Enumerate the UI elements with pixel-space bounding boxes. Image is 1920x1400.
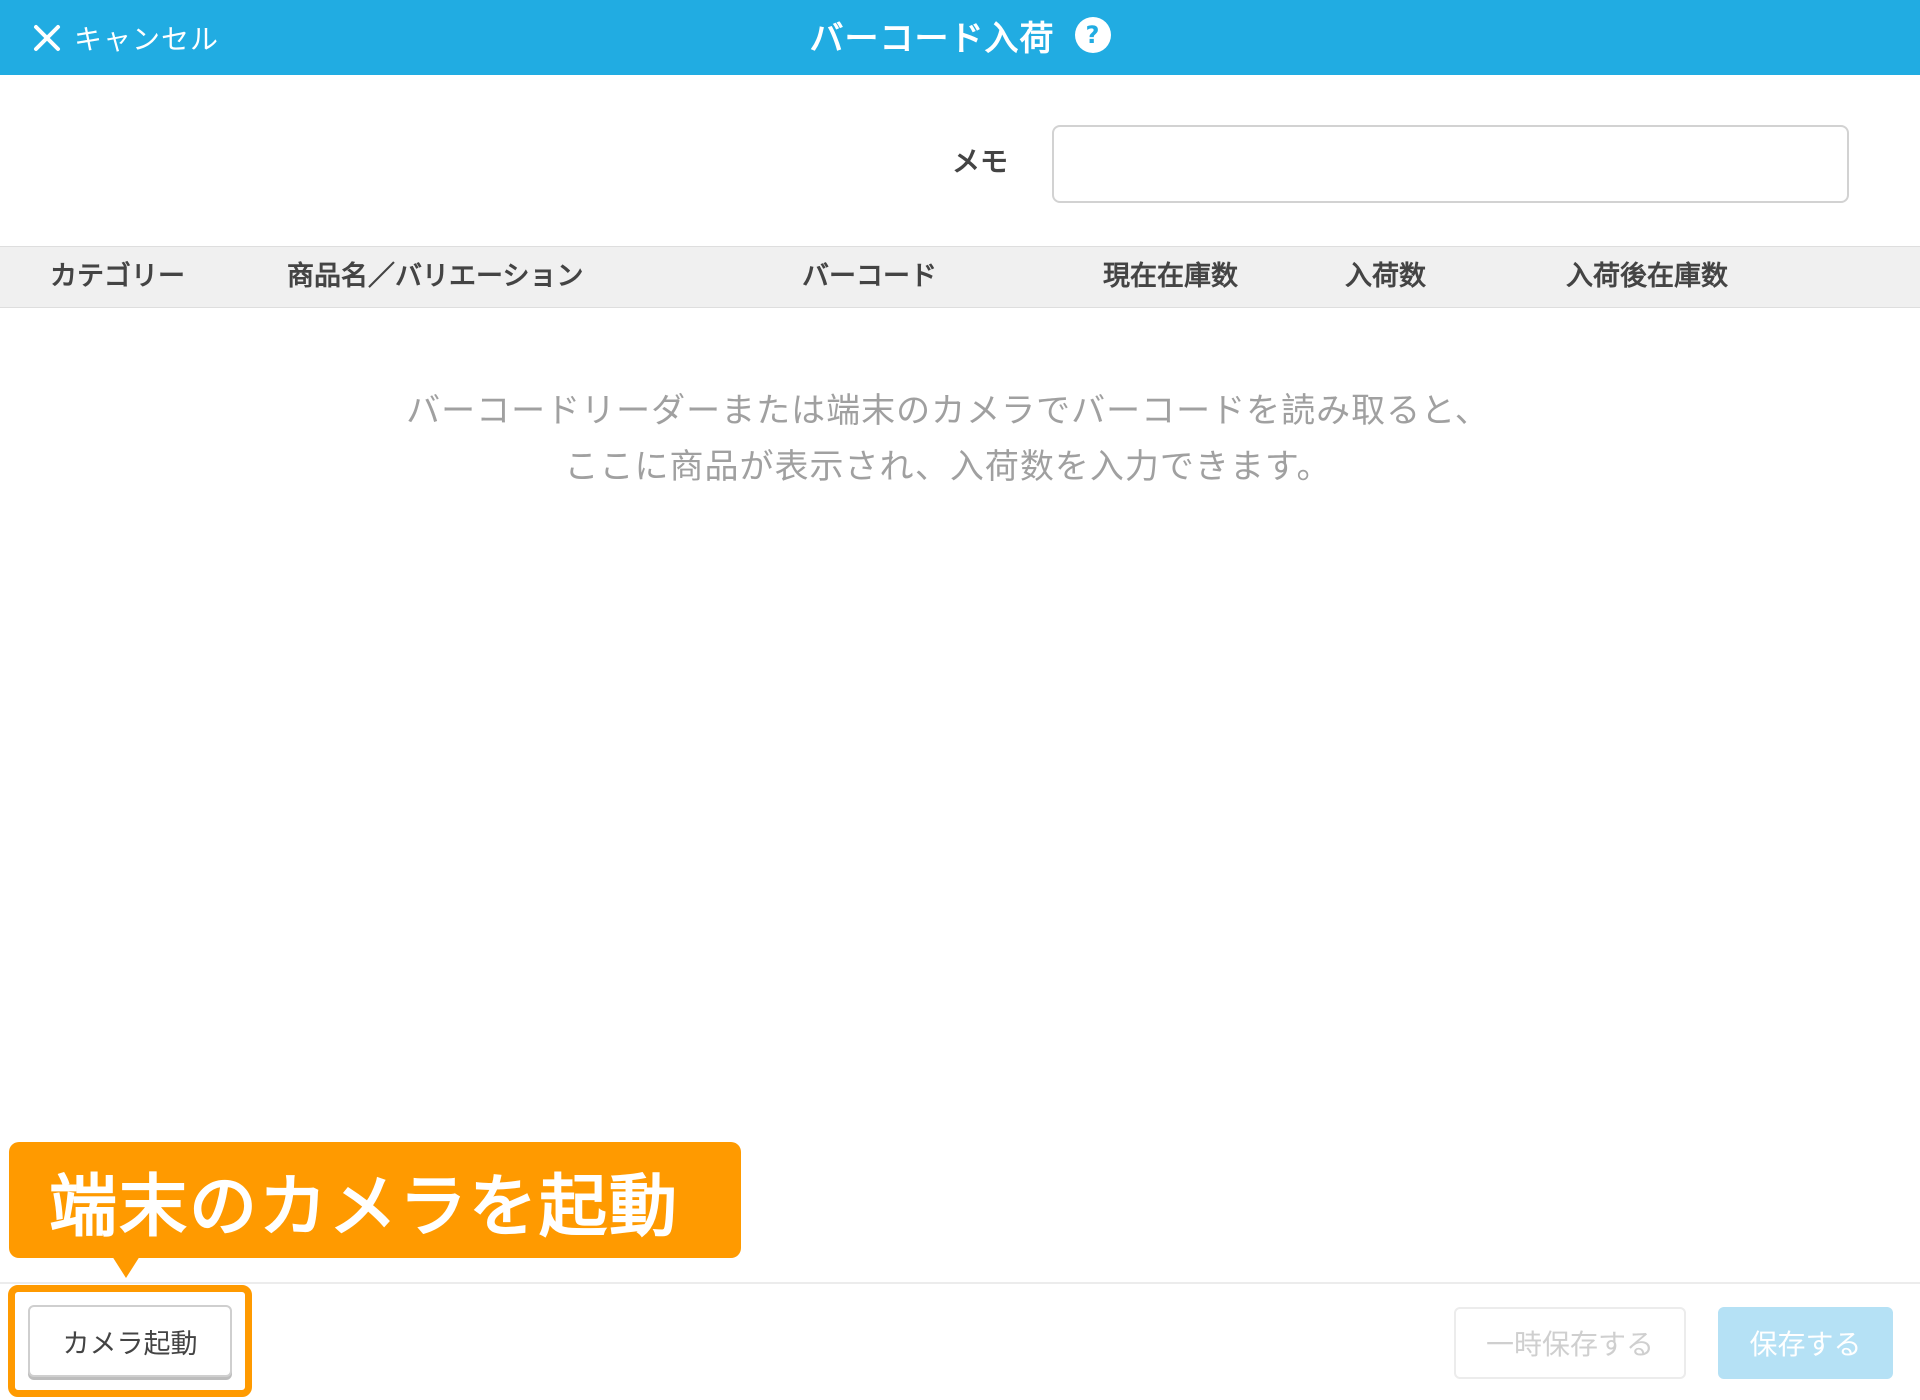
- help-icon[interactable]: ?: [1074, 17, 1111, 53]
- empty-state-message: バーコードリーダーまたは端末のカメラでバーコードを読み取ると、 ここに商品が表示…: [0, 383, 1896, 495]
- memo-label: メモ: [952, 145, 1009, 178]
- app-window: キャンセル バーコード入荷 ? メモ カテゴリー 商品名／バリエーション バーコ…: [0, 0, 1920, 1400]
- header-bar: キャンセル バーコード入荷 ?: [0, 0, 1920, 75]
- page-title: バーコード入荷: [809, 18, 1055, 59]
- column-header-arrival-quantity: 入荷数: [1345, 261, 1426, 292]
- table-header: カテゴリー 商品名／バリエーション バーコード 現在在庫数 入荷数 入荷後在庫数: [0, 246, 1920, 308]
- title-area: バーコード入荷 ?: [0, 0, 1920, 70]
- column-header-product-name: 商品名／バリエーション: [287, 261, 584, 292]
- column-header-barcode: バーコード: [802, 261, 937, 292]
- column-header-current-stock: 現在在庫数: [1103, 261, 1238, 292]
- memo-input[interactable]: [1052, 125, 1849, 203]
- empty-state-line-2: ここに商品が表示され、入荷数を入力できます。: [564, 447, 1332, 487]
- column-header-category: カテゴリー: [50, 261, 185, 292]
- camera-launch-button[interactable]: カメラ起動: [28, 1305, 232, 1377]
- column-header-stock-after-arrival: 入荷後在庫数: [1566, 261, 1728, 292]
- callout-pointer: [112, 1256, 140, 1278]
- callout-text: 端末のカメラを起動: [49, 1167, 680, 1247]
- temp-save-button[interactable]: 一時保存する: [1454, 1307, 1686, 1379]
- empty-state-line-1: バーコードリーダーまたは端末のカメラでバーコードを読み取ると、: [406, 391, 1490, 431]
- save-button[interactable]: 保存する: [1718, 1307, 1893, 1379]
- callout-annotation: 端末のカメラを起動: [9, 1142, 741, 1258]
